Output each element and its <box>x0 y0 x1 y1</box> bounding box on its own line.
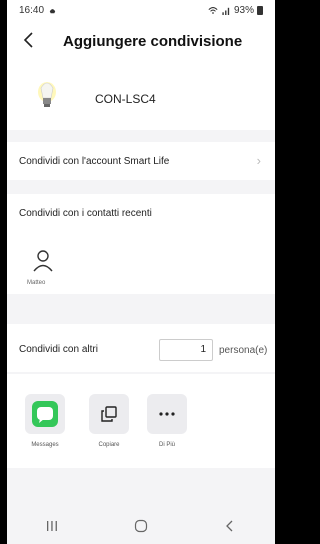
system-nav-bar <box>7 508 275 544</box>
person-icon <box>33 250 53 272</box>
header: Aggiungere condivisione <box>7 20 275 66</box>
signal-icon <box>222 7 230 15</box>
more-icon <box>159 412 175 416</box>
recents-icon <box>46 521 57 531</box>
contact-item[interactable]: Matteo <box>25 248 65 286</box>
wifi-icon <box>208 6 218 14</box>
share-copy-label: Copiare <box>98 442 120 448</box>
share-more-label: Di Più <box>158 442 175 448</box>
battery-percent: 93% <box>233 4 254 16</box>
page-title: Aggiungere condivisione <box>63 33 243 50</box>
chevron-right-icon: › <box>256 153 261 168</box>
person-count-input[interactable]: 1 <box>159 339 213 361</box>
copy-icon <box>101 406 117 422</box>
home-icon <box>134 519 148 533</box>
share-others-label: Condividi con altri <box>19 344 98 355</box>
nav-back-button[interactable] <box>216 516 244 536</box>
share-more-button[interactable]: Di Più <box>145 394 189 448</box>
status-time: 16:40 <box>19 4 45 16</box>
device-card: CON-LSC4 <box>7 66 275 130</box>
lightbulb-icon <box>38 82 56 107</box>
person-count-unit: persona(e) <box>219 345 268 356</box>
contact-name: Matteo <box>27 280 46 286</box>
notification-icon <box>49 8 56 13</box>
back-icon <box>226 520 233 532</box>
recent-contacts-label: Condividi con i contatti recenti <box>19 208 152 219</box>
recents-button[interactable] <box>38 516 66 536</box>
share-account-row[interactable]: Condividi con l'account Smart Life › <box>7 142 275 180</box>
share-messages-label: Messages <box>31 442 59 448</box>
status-bar: 16:40 93% <box>7 0 275 20</box>
chevron-left-icon <box>23 32 33 48</box>
screen: 16:40 93% Aggiungere condivisione CON-LS… <box>7 0 275 544</box>
share-messages-button[interactable]: Messages <box>23 394 67 448</box>
back-button[interactable] <box>23 32 43 52</box>
share-account-label: Condividi con l'account Smart Life <box>19 156 170 167</box>
device-name: CON-LSC4 <box>95 92 156 106</box>
home-button[interactable] <box>127 516 155 536</box>
messages-icon <box>32 401 58 427</box>
battery-icon <box>257 5 263 15</box>
share-copy-button[interactable]: Copiare <box>87 394 131 448</box>
